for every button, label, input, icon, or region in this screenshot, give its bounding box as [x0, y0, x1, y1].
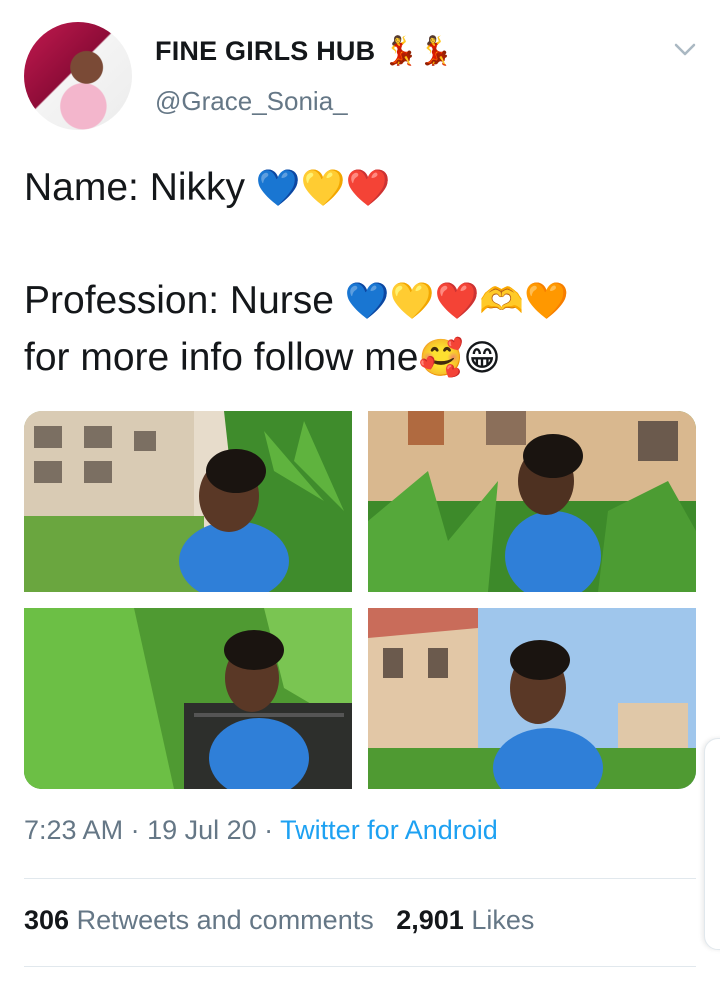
user-handle[interactable]: @Grace_Sonia_ — [155, 86, 348, 117]
tweet-body: Name: Nikky 💙💛❤️ Profession: Nurse 💙💛❤️🫶… — [24, 160, 704, 387]
display-name-text: FINE GIRLS HUB — [155, 36, 376, 66]
tweet-time: 7:23 AM — [24, 815, 124, 845]
heart-emojis: 💙💛❤️ — [255, 168, 391, 209]
meta-separator-1: · — [123, 815, 148, 845]
tweet-line-name: Name: Nikky 💙💛❤️ — [24, 160, 704, 217]
display-name[interactable]: FINE GIRLS HUB 💃💃 — [155, 34, 453, 67]
heart-emojis-2: 💙💛❤️🫶🧡 — [344, 281, 569, 322]
avatar[interactable] — [24, 22, 132, 130]
tweet-line-profession: Profession: Nurse 💙💛❤️🫶🧡 — [24, 273, 704, 330]
tweet-line-name-text: Name: Nikky — [24, 166, 256, 209]
likes-label: Likes — [471, 905, 535, 935]
floating-panel-edge[interactable] — [704, 738, 720, 950]
tweet-header: FINE GIRLS HUB 💃💃 @Grace_Sonia_ — [0, 0, 720, 140]
retweets-count: 306 — [24, 905, 70, 935]
tweet-photo-3[interactable] — [24, 608, 352, 789]
retweets-stat[interactable]: 306 Retweets and comments — [24, 905, 374, 935]
tweet-line-follow-text: for more info follow me — [24, 336, 419, 379]
tweet-line-follow: for more info follow me🥰😁 — [24, 330, 704, 387]
tweet-photo-1[interactable] — [24, 411, 352, 592]
likes-count: 2,901 — [396, 905, 464, 935]
divider-bottom — [24, 966, 696, 967]
tweet-photo-2[interactable] — [368, 411, 696, 592]
tweet-timestamp: 7:23 AM · 19 Jul 20 · Twitter for Androi… — [24, 815, 498, 846]
divider-top — [24, 878, 696, 879]
tweet-date: 19 Jul 20 — [147, 815, 257, 845]
smile-emojis: 🥰😁 — [418, 338, 501, 379]
meta-separator-2: · — [256, 815, 281, 845]
tweet-photo-4[interactable] — [368, 608, 696, 789]
tweet-source-link[interactable]: Twitter for Android — [280, 815, 498, 845]
chevron-down-icon[interactable] — [672, 38, 698, 60]
retweets-label: Retweets and comments — [76, 905, 374, 935]
likes-stat[interactable]: 2,901 Likes — [396, 905, 534, 935]
tweet-stats: 306 Retweets and comments 2,901 Likes — [24, 905, 534, 936]
dancer-emoji: 💃💃 — [383, 34, 454, 67]
tweet-line-profession-text: Profession: Nurse — [24, 279, 345, 322]
